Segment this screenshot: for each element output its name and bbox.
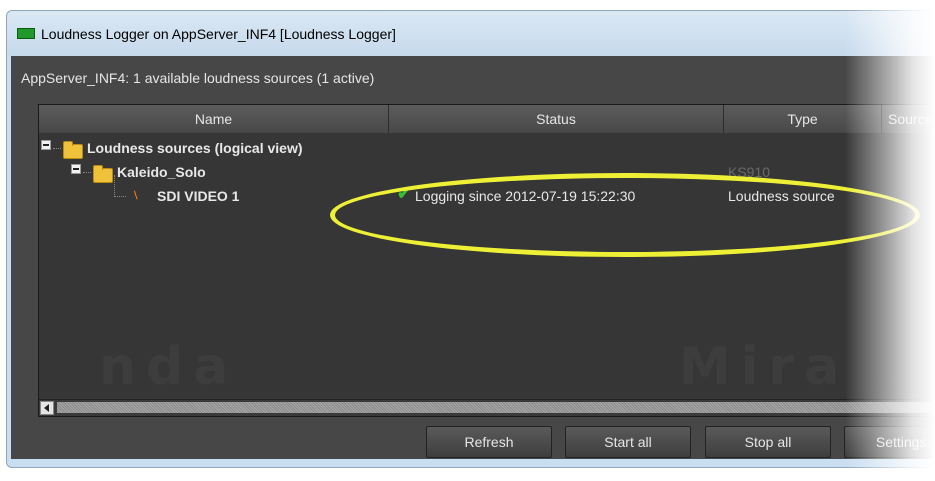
column-header-type[interactable]: Type	[724, 105, 882, 133]
column-header-source[interactable]: Source	[882, 105, 935, 133]
rss-source-icon: ⧵	[134, 190, 138, 202]
window-title: Loudness Logger on AppServer_INF4 [Loudn…	[41, 25, 396, 42]
settings-button[interactable]: Settings...	[844, 426, 935, 458]
tree-row-root[interactable]: Loudness sources (logical view)	[39, 136, 379, 160]
table-header: Name Status Type Source	[39, 105, 935, 133]
start-all-button[interactable]: Start all	[565, 426, 691, 458]
refresh-button[interactable]: Refresh	[426, 426, 552, 458]
collapse-icon[interactable]	[41, 140, 51, 150]
scroll-left-icon[interactable]	[40, 401, 54, 415]
tree-row-source[interactable]: ⧵ SDI VIDEO 1 ✔ Logging since 2012-07-19…	[39, 184, 935, 208]
title-bar[interactable]: Loudness Logger on AppServer_INF4 [Loudn…	[7, 11, 935, 56]
sources-table: Name Status Type Source Loudness sources…	[38, 104, 935, 417]
loudness-logger-window: Loudness Logger on AppServer_INF4 [Loudn…	[6, 10, 935, 468]
watermark-text: Mira	[679, 337, 850, 397]
tree-row-device[interactable]: Kaleido_Solo KS910	[39, 160, 935, 184]
horizontal-scrollbar[interactable]	[39, 399, 935, 416]
watermark-text: nda	[99, 337, 239, 397]
column-header-status[interactable]: Status	[389, 105, 724, 133]
column-header-name[interactable]: Name	[39, 105, 389, 133]
collapse-icon[interactable]	[71, 164, 81, 174]
tree-item-label: Loudness sources (logical view)	[87, 140, 303, 156]
checkmark-icon: ✔	[397, 184, 412, 203]
window-content: AppServer_INF4: 1 available loudness sou…	[11, 56, 935, 459]
sources-summary: AppServer_INF4: 1 available loudness sou…	[21, 70, 375, 86]
type-cell: KS910	[728, 164, 771, 180]
green-monitor-icon	[17, 28, 35, 39]
folder-icon	[63, 141, 83, 159]
scrollbar-thumb[interactable]	[57, 402, 935, 413]
stop-all-button[interactable]: Stop all	[705, 426, 831, 458]
status-cell: Logging since 2012-07-19 15:22:30	[415, 188, 636, 204]
tree-item-label: SDI VIDEO 1	[157, 188, 240, 204]
folder-icon	[93, 165, 113, 183]
tree-item-label: Kaleido_Solo	[117, 164, 206, 180]
type-cell: Loudness source	[728, 188, 835, 204]
